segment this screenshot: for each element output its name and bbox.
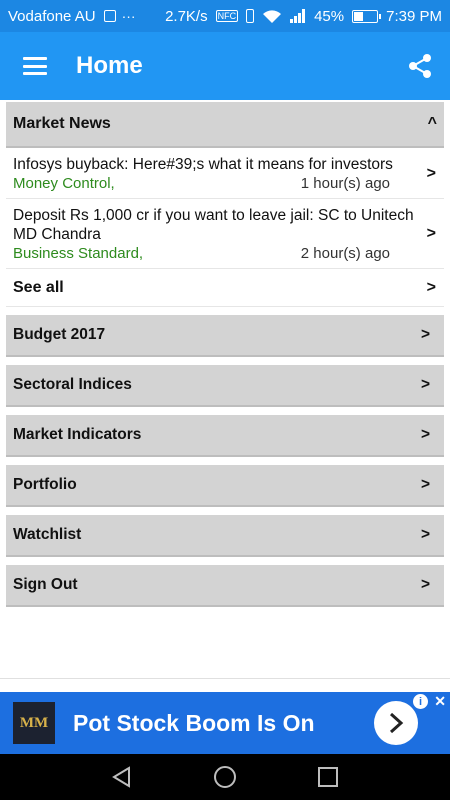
chevron-right-icon: > <box>420 426 430 443</box>
menu-item-portfolio[interactable]: Portfolio > <box>6 465 444 507</box>
divider <box>0 678 450 679</box>
status-notification-icons: ··· <box>103 8 136 24</box>
chevron-right-icon: > <box>420 576 430 593</box>
status-bar: Vodafone AU ··· 2.7K/s NFC 45% 7:39 PM <box>0 0 450 32</box>
recents-square-icon <box>318 767 339 787</box>
news-meta: Business Standard, 2 hour(s) ago <box>13 245 416 262</box>
news-time: 1 hour(s) ago <box>300 175 390 192</box>
chevron-right-icon: > <box>420 476 430 493</box>
nfc-icon: NFC <box>215 10 239 22</box>
news-title: Infosys buyback: Here#39;s what it means… <box>13 156 393 173</box>
ad-headline[interactable]: Pot Stock Boom Is On <box>73 710 315 737</box>
menu-item-label: Sign Out <box>13 576 78 593</box>
menu-item-label: Portfolio <box>13 476 77 493</box>
chevron-right-icon: > <box>426 225 436 242</box>
wifi-icon <box>263 9 282 23</box>
chevron-right-icon: > <box>420 326 430 343</box>
home-circle-icon <box>213 766 236 788</box>
home-button[interactable] <box>205 757 245 797</box>
news-item[interactable]: Infosys buyback: Here#39;s what it means… <box>6 148 444 199</box>
menu-item-label: Market Indicators <box>13 426 142 443</box>
menu-item-watchlist[interactable]: Watchlist > <box>6 515 444 557</box>
ad-logo: MM <box>13 702 55 744</box>
home-content: Market News ^ Infosys buyback: Here#39;s… <box>0 100 450 607</box>
see-all-link[interactable]: See all > <box>6 269 444 307</box>
status-right: 2.7K/s NFC 45% 7:39 PM <box>165 8 442 25</box>
system-nav-bar <box>0 754 450 800</box>
vibrate-icon <box>246 9 255 23</box>
chevron-right-icon: > <box>426 278 436 296</box>
signal-icon <box>290 9 306 23</box>
battery-icon <box>352 9 382 23</box>
network-speed: 2.7K/s <box>165 7 208 25</box>
page-title: Home <box>76 52 143 79</box>
menu-item-sign-out[interactable]: Sign Out > <box>6 565 444 607</box>
news-title: Deposit Rs 1,000 cr if you want to leave… <box>13 207 414 243</box>
menu-item-label: Watchlist <box>13 526 82 543</box>
market-news-header[interactable]: Market News ^ <box>6 102 444 148</box>
ad-open-button[interactable] <box>374 701 418 745</box>
menu-item-sectoral-indices[interactable]: Sectoral Indices > <box>6 365 444 407</box>
clock: 7:39 PM <box>386 7 442 25</box>
back-button[interactable] <box>102 757 142 797</box>
hamburger-menu-icon <box>23 57 47 75</box>
collapse-chevron-icon: ^ <box>427 115 437 132</box>
more-notifications-icon: ··· <box>121 8 136 24</box>
app-bar: Home <box>0 32 450 100</box>
battery-percent: 45% <box>314 7 345 25</box>
battery-fill <box>354 11 363 21</box>
menu-item-label: Sectoral Indices <box>13 376 132 393</box>
menu-button[interactable] <box>0 32 70 100</box>
news-source: Business Standard, <box>13 245 144 262</box>
chevron-right-icon <box>389 712 404 734</box>
chevron-right-icon: > <box>420 376 430 393</box>
news-meta: Money Control, 1 hour(s) ago <box>13 175 416 192</box>
menu-item-label: Budget 2017 <box>13 326 106 343</box>
market-news-title: Market News <box>13 115 111 132</box>
ad-info-icon[interactable]: i <box>413 694 428 709</box>
news-item-text: Infosys buyback: Here#39;s what it means… <box>13 155 416 192</box>
chevron-right-icon: > <box>426 164 436 182</box>
ad-close-icon[interactable]: ✕ <box>434 693 446 710</box>
news-source: Money Control, <box>13 175 115 192</box>
share-icon <box>409 54 431 78</box>
see-all-label: See all <box>13 278 64 296</box>
gallery-notification-icon <box>103 10 116 22</box>
chevron-right-icon: > <box>420 526 430 543</box>
back-triangle-icon <box>111 766 130 788</box>
news-time: 2 hour(s) ago <box>300 245 390 262</box>
menu-item-market-indicators[interactable]: Market Indicators > <box>6 415 444 457</box>
menu-item-budget-2017[interactable]: Budget 2017 > <box>6 315 444 357</box>
news-item-text: Deposit Rs 1,000 cr if you want to leave… <box>13 206 416 262</box>
share-button[interactable] <box>390 32 450 100</box>
news-item[interactable]: Deposit Rs 1,000 cr if you want to leave… <box>6 199 444 269</box>
carrier-name: Vodafone AU <box>8 7 96 25</box>
recents-button[interactable] <box>308 757 348 797</box>
ad-banner[interactable]: MM Pot Stock Boom Is On i ✕ <box>0 692 450 754</box>
